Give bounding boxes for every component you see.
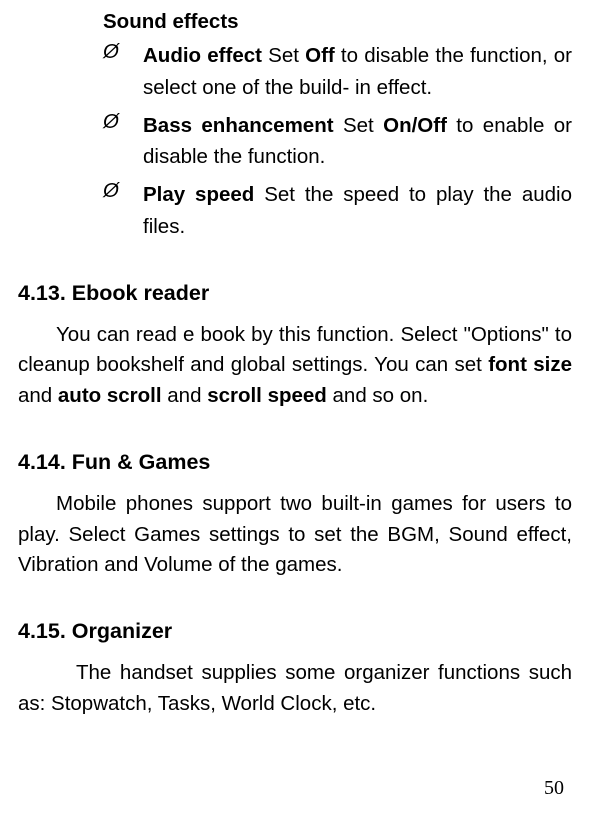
ebook-b1: font size [488, 353, 572, 376]
item-bold: On/Off [383, 114, 447, 137]
bullet-icon: Ø [103, 110, 143, 174]
list-item: Ø Bass enhancement Set On/Off to enable … [103, 110, 572, 174]
sound-effects-title: Sound effects [103, 10, 239, 33]
item-label: Audio effect [143, 44, 262, 67]
ebook-p4: and so on. [327, 384, 428, 407]
page-number: 50 [544, 777, 564, 800]
item-spacer [334, 114, 343, 137]
ebook-paragraph: You can read e book by this function. Se… [18, 320, 572, 412]
list-item-text: Bass enhancement Set On/Off to enable or… [143, 110, 572, 174]
list-item-text: Audio effect Set Off to disable the func… [143, 40, 572, 104]
ebook-p3: and [162, 384, 208, 407]
item-pre: Set [343, 114, 383, 137]
list-item-text: Play speed Set the speed to play the aud… [143, 179, 572, 243]
list-item: Ø Audio effect Set Off to disable the fu… [103, 40, 572, 104]
bullet-icon: Ø [103, 40, 143, 104]
item-pre: Set [268, 44, 305, 67]
ebook-p2: and [18, 384, 58, 407]
fun-paragraph: Mobile phones support two built-in games… [18, 489, 572, 581]
item-label: Play speed [143, 183, 254, 206]
item-bold: Off [305, 44, 335, 67]
item-label: Bass enhancement [143, 114, 334, 137]
ebook-b2: auto scroll [58, 384, 162, 407]
heading-fun: 4.14. Fun & Games [18, 450, 572, 475]
organizer-paragraph: The handset supplies some organizer func… [18, 658, 572, 720]
heading-organizer: 4.15. Organizer [18, 619, 572, 644]
sound-effects-title-wrap: Sound effects [103, 10, 572, 34]
ebook-b3: scroll speed [207, 384, 327, 407]
document-page: Sound effects Ø Audio effect Set Off to … [0, 10, 590, 818]
bullet-icon: Ø [103, 179, 143, 243]
sound-effects-list: Ø Audio effect Set Off to disable the fu… [103, 40, 572, 243]
list-item: Ø Play speed Set the speed to play the a… [103, 179, 572, 243]
heading-ebook: 4.13. Ebook reader [18, 281, 572, 306]
item-spacer [254, 183, 264, 206]
